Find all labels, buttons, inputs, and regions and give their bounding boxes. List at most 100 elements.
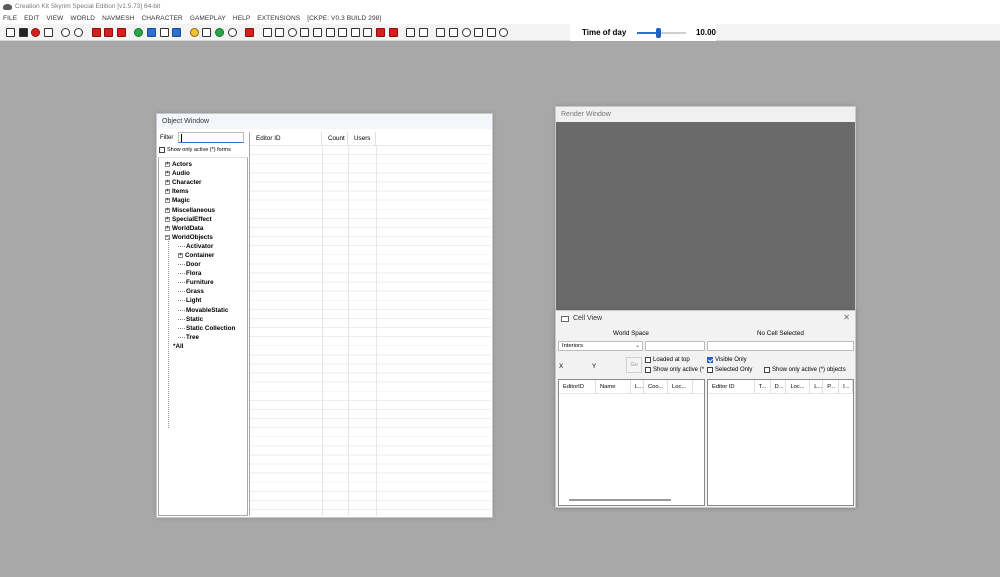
expand-icon[interactable]: + (165, 198, 170, 204)
tree-item-specialeffect[interactable]: + SpecialEffect (159, 215, 247, 224)
close-icon[interactable]: ✕ (843, 313, 850, 322)
selected-only-option[interactable]: Selected Only (707, 367, 752, 373)
tree-item-miscellaneous[interactable]: + Miscellaneous (159, 205, 247, 214)
tree-item-all[interactable]: *All (159, 342, 247, 351)
cell-objects-column-0[interactable]: Editor ID (708, 380, 755, 393)
world-space-dropdown[interactable]: Interiors ⌄ (558, 341, 643, 351)
show-only-active-checkbox[interactable] (159, 147, 165, 153)
collision-icon[interactable] (202, 27, 212, 37)
menu-character[interactable]: CHARACTER (141, 15, 182, 22)
preferences-icon[interactable] (43, 27, 53, 37)
tree-item-tree[interactable]: Tree (159, 333, 247, 342)
menu-file[interactable]: FILE (3, 15, 17, 22)
menu-navmesh[interactable]: NAVMESH (102, 15, 134, 22)
column-header-count[interactable]: Count (322, 132, 348, 145)
cell-search-input[interactable] (645, 341, 705, 351)
bug-icon[interactable] (31, 27, 41, 37)
show-only-active-objects-option[interactable]: Show only active (*) objects (764, 367, 846, 373)
selected-only-checkbox[interactable] (707, 367, 713, 373)
tree-item-character[interactable]: + Character (159, 178, 247, 187)
visible-only-option[interactable]: Visible Only (707, 357, 747, 363)
object-list[interactable]: Editor ID Count Users (249, 132, 491, 516)
menu-edit[interactable]: EDIT (24, 15, 39, 22)
visible-only-checkbox[interactable] (707, 357, 713, 363)
landscape-edit-icon[interactable] (104, 27, 114, 37)
slider-thumb[interactable] (655, 27, 661, 38)
box-icon[interactable] (262, 27, 272, 37)
column-header-editor-id[interactable]: Editor ID (250, 132, 322, 145)
save-icon[interactable] (18, 27, 28, 37)
render-window-title[interactable]: Render Window (556, 107, 855, 122)
camera-icon[interactable] (436, 27, 446, 37)
link-icon[interactable] (159, 27, 169, 37)
cell-list-scrollbar[interactable] (569, 499, 671, 501)
tree-item-grass[interactable]: Grass (159, 287, 247, 296)
tree-item-worldobjects[interactable]: − WorldObjects (159, 233, 247, 242)
redo-icon[interactable] (73, 27, 83, 37)
menu-help[interactable]: HELP (233, 15, 250, 22)
show-only-active-forms[interactable]: Show only active (*) forms (158, 144, 248, 156)
cell-objects-column-4[interactable]: L... (810, 380, 824, 393)
tree-item-door[interactable]: Door (159, 260, 247, 269)
expand-icon[interactable]: + (165, 216, 170, 222)
light-bulb-icon[interactable] (189, 27, 199, 37)
expand-icon[interactable]: + (178, 252, 183, 258)
tree-item-furniture[interactable]: Furniture (159, 278, 247, 287)
speech-bubble-icon[interactable] (227, 27, 237, 37)
snap-icon[interactable] (116, 27, 126, 37)
tree-item-worlddata[interactable]: + WorldData (159, 224, 247, 233)
loaded-at-top-checkbox[interactable] (645, 357, 651, 363)
expand-icon[interactable]: + (165, 225, 170, 231)
world-map-icon[interactable] (146, 27, 156, 37)
cell-objects-column-6[interactable]: I... (839, 380, 854, 393)
cell-list-column-4[interactable]: Loc... (668, 380, 693, 393)
object-window-title[interactable]: Object Window (157, 114, 492, 129)
render-mode-icon[interactable] (418, 27, 428, 37)
water-icon[interactable] (474, 27, 484, 37)
object-palette-icon[interactable] (91, 27, 101, 37)
cell-objects-column-5[interactable]: P... (823, 380, 840, 393)
tree-item-activator[interactable]: Activator (159, 242, 247, 251)
wireframe-icon[interactable] (486, 27, 496, 37)
expand-icon[interactable]: + (165, 189, 170, 195)
menu-world[interactable]: WORLD (70, 15, 95, 22)
show-only-active-cells-option[interactable]: Show only active (* (645, 367, 704, 373)
target-icon[interactable] (287, 27, 297, 37)
object-category-tree[interactable]: + Actors + Audio + Character + Items + Magic + Misc… (158, 157, 248, 516)
cell-objects-list[interactable]: Editor ID T... D... Loc... L... P... I... (707, 379, 854, 506)
column-header-users[interactable]: Users (348, 132, 376, 145)
arrow-icon[interactable] (388, 27, 398, 37)
tree-item-static[interactable]: Static (159, 315, 247, 324)
expand-icon[interactable]: + (165, 180, 170, 186)
cell-objects-column-1[interactable]: T... (755, 380, 771, 393)
cell-objects-column-2[interactable]: D... (771, 380, 787, 393)
tree-item-light[interactable]: Light (159, 296, 247, 305)
menu-ckpe-v0-3-build-298[interactable]: [CKPE: V0.3 BUILD 298] (307, 15, 381, 22)
filter-input[interactable] (178, 132, 245, 143)
tree-item-audio[interactable]: + Audio (159, 169, 247, 178)
show-only-active-objects-checkbox[interactable] (764, 367, 770, 373)
tree-item-magic[interactable]: + Magic (159, 196, 247, 205)
bounds-icon[interactable] (325, 27, 335, 37)
graph-icon[interactable] (245, 27, 255, 37)
tree-item-container[interactable]: + Container (159, 251, 247, 260)
cell-list-column-3[interactable]: Coo... (644, 380, 668, 393)
menu-extensions[interactable]: EXTENSIONS (257, 15, 300, 22)
fog-icon[interactable] (461, 27, 471, 37)
portal-icon[interactable] (338, 27, 348, 37)
tree-item-flora[interactable]: Flora (159, 269, 247, 278)
loaded-at-top-option[interactable]: Loaded at top (645, 357, 690, 363)
globe-icon[interactable] (134, 27, 144, 37)
navmesh-icon[interactable] (172, 27, 182, 37)
terrain-icon[interactable] (214, 27, 224, 37)
room-icon[interactable] (350, 27, 360, 37)
x-input[interactable] (566, 359, 586, 369)
sky-icon[interactable] (449, 27, 458, 37)
box-stack-icon[interactable] (275, 27, 285, 37)
expand-icon[interactable]: + (165, 171, 170, 177)
cell-view-title-bar[interactable]: Cell View (556, 311, 855, 326)
tree-item-static-collection[interactable]: Static Collection (159, 324, 247, 333)
object-list-body[interactable] (250, 146, 491, 516)
menu-gameplay[interactable]: GAMEPLAY (190, 15, 226, 22)
cell-objects-column-3[interactable]: Loc... (786, 380, 811, 393)
